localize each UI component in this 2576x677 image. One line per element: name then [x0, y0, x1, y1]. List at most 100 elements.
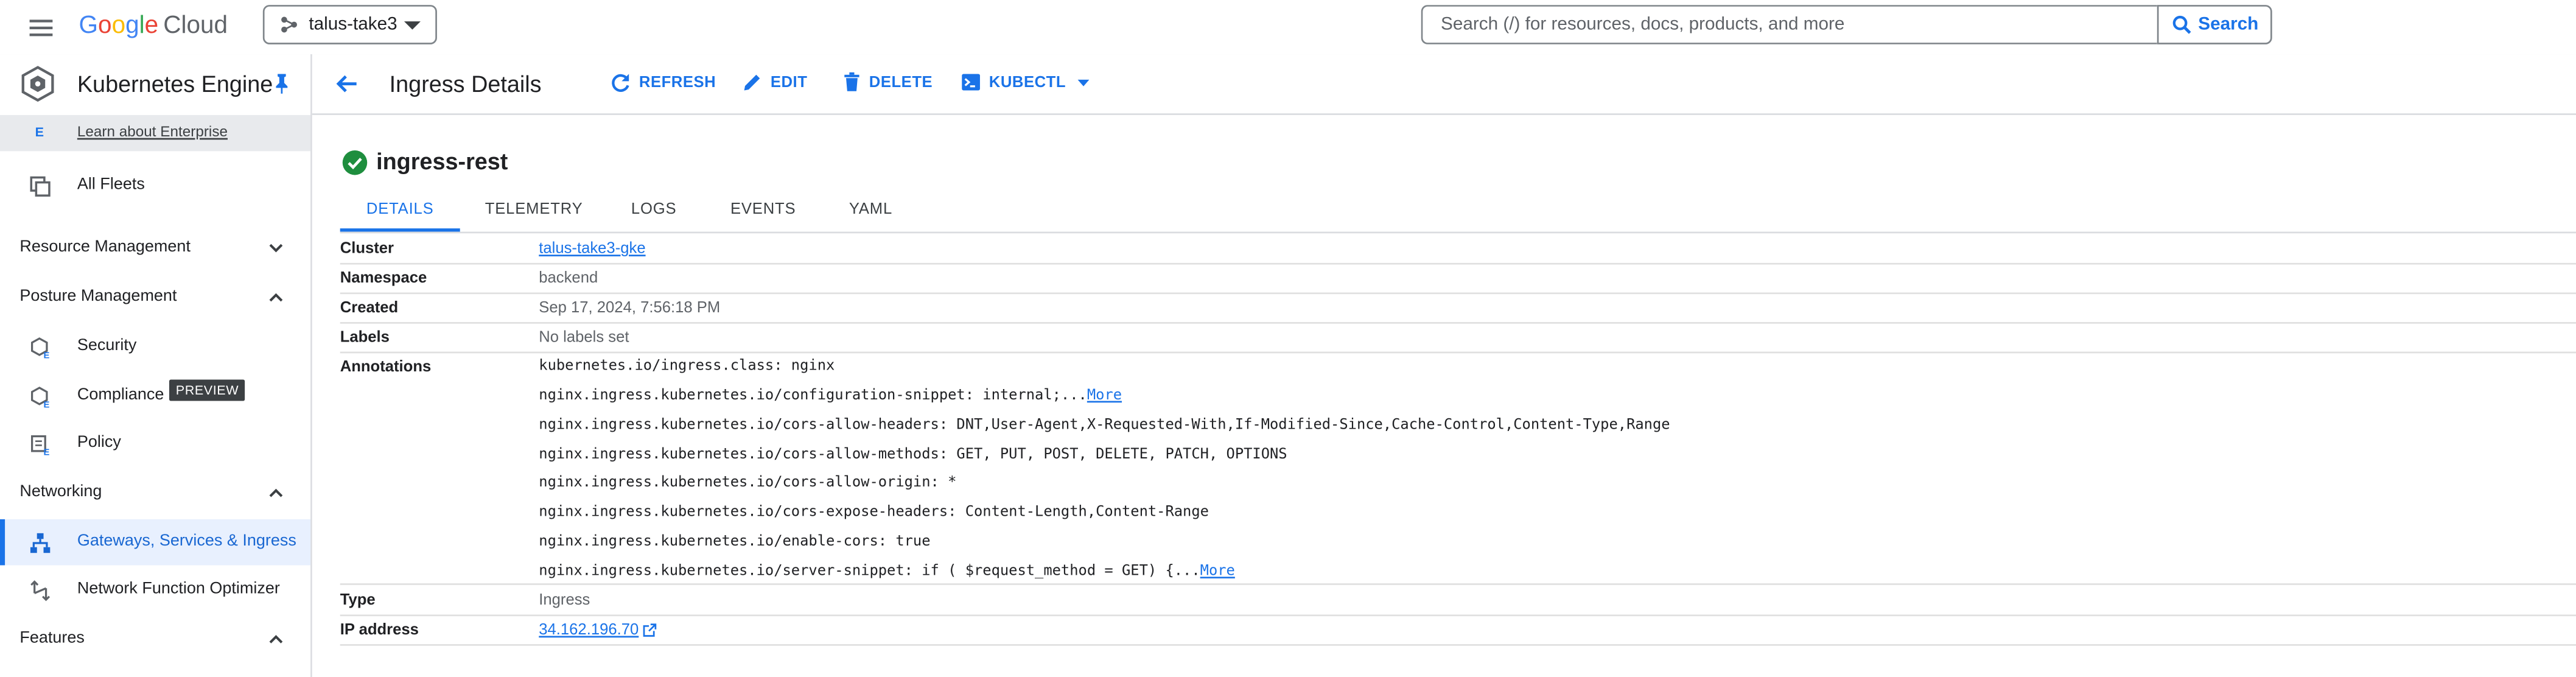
pin-icon[interactable] — [273, 74, 291, 94]
section-label: Features — [19, 629, 85, 648]
sidebar-item-label: Gateways, Services & Ingress — [77, 532, 296, 551]
tab-events[interactable]: EVENTS — [712, 194, 815, 231]
arrow-back-icon[interactable] — [335, 72, 359, 96]
ip-address-text: 34.162.196.70 — [539, 621, 639, 639]
tab-yaml[interactable]: YAML — [839, 194, 902, 231]
chevron-down-icon — [404, 21, 421, 30]
svg-text:E: E — [44, 400, 50, 407]
sidebar-item-all-fleets[interactable]: All Fleets — [0, 163, 310, 209]
created-value: Sep 17, 2024, 7:56:18 PM — [539, 299, 721, 317]
refresh-label: REFRESH — [639, 74, 716, 93]
svg-text:E: E — [44, 448, 50, 455]
section-posture-management[interactable]: Posture Management — [0, 276, 310, 318]
detail-row-annotations: Annotations kubernetes.io/ingress.class:… — [340, 353, 2576, 585]
sidebar-item-label: Security — [77, 337, 137, 355]
sidebar-item-network-function-optimizer[interactable]: Network Function Optimizer — [0, 567, 310, 613]
svg-text:E: E — [44, 351, 50, 358]
trash-icon — [844, 72, 859, 91]
section-label: Networking — [19, 483, 102, 502]
section-label: Resource Management — [19, 238, 191, 257]
section-label: Posture Management — [19, 287, 177, 306]
resource-name: ingress-rest — [376, 147, 508, 175]
action-bar: Ingress Details REFRESH EDIT DELETE KUBE… — [312, 54, 2576, 115]
delete-button[interactable]: DELETE — [843, 72, 933, 92]
search-button[interactable]: Search — [2157, 5, 2272, 44]
section-resource-management[interactable]: Resource Management — [0, 226, 310, 269]
kubernetes-engine-icon — [19, 66, 55, 102]
tab-label: TELEMETRY — [485, 200, 583, 219]
enterprise-banner: E Learn about Enterprise — [0, 114, 311, 152]
sidebar-item-security[interactable]: E Security — [0, 324, 310, 370]
annotation-text: nginx.ingress.kubernetes.io/server-snipp… — [539, 563, 1200, 580]
project-picker[interactable]: talus-take3 — [262, 5, 437, 44]
google-cloud-logo[interactable]: Google Cloud — [79, 12, 228, 41]
page-title: Ingress Details — [389, 71, 542, 97]
kubectl-dropdown-button[interactable]: KUBECTL — [961, 72, 1089, 92]
sidebar-item-compliance[interactable]: E Compliance PREVIEW — [0, 373, 310, 419]
chevron-up-icon — [269, 488, 283, 497]
check-circle-icon — [341, 150, 368, 176]
section-features[interactable]: Features — [0, 618, 310, 661]
tab-details[interactable]: DETAILS — [340, 194, 460, 232]
pencil-icon — [744, 74, 760, 91]
sidebar-item-policy[interactable]: E Policy — [0, 421, 310, 467]
refresh-button[interactable]: REFRESH — [609, 72, 716, 94]
policy-icon: E — [31, 435, 50, 455]
tab-label: YAML — [849, 200, 893, 219]
network-function-icon — [30, 580, 51, 602]
project-tree-icon — [281, 16, 297, 33]
chevron-down-icon — [269, 244, 283, 253]
annotation-line-server-snippet: nginx.ingress.kubernetes.io/server-snipp… — [539, 564, 1235, 580]
network-tree-icon — [30, 533, 51, 553]
sidebar-item-gateways[interactable]: Gateways, Services & Ingress — [0, 519, 311, 566]
delete-label: DELETE — [869, 73, 933, 91]
sidebar-item-label: All Fleets — [77, 175, 145, 194]
sidebar-item-label: Policy — [77, 433, 121, 452]
detail-key: IP address — [340, 621, 419, 639]
tabs-divider — [340, 231, 2576, 234]
compliance-icon: E — [31, 387, 50, 407]
annotation-line-configuration-snippet: nginx.ingress.kubernetes.io/configuratio… — [539, 388, 1122, 404]
tab-logs[interactable]: LOGS — [621, 194, 687, 231]
more-link[interactable]: More — [1200, 564, 1235, 580]
terminal-icon — [962, 74, 980, 91]
ip-address-link[interactable]: 34.162.196.70 — [539, 621, 657, 639]
detail-row-cluster: Cluster talus-take3-gke — [340, 235, 2576, 265]
chevron-up-icon — [269, 293, 283, 302]
detail-key: Labels — [340, 328, 390, 347]
tab-label: LOGS — [631, 200, 677, 219]
refresh-icon — [612, 74, 629, 92]
detail-key: Type — [340, 591, 376, 610]
annotation-text: nginx.ingress.kubernetes.io/configuratio… — [539, 387, 1087, 404]
detail-row-type: Type Ingress — [340, 587, 2576, 617]
edit-button[interactable]: EDIT — [743, 72, 807, 92]
tab-telemetry[interactable]: TELEMETRY — [473, 194, 595, 231]
tab-label: EVENTS — [730, 200, 796, 219]
detail-key: Cluster — [340, 240, 394, 258]
product-title: Kubernetes Engine — [77, 71, 273, 97]
detail-row-labels: Labels No labels set — [340, 324, 2576, 354]
project-name: talus-take3 — [309, 15, 397, 35]
more-link[interactable]: More — [1087, 388, 1122, 404]
annotation-line: nginx.ingress.kubernetes.io/enable-cors:… — [539, 534, 931, 551]
detail-key: Annotations — [340, 358, 432, 377]
namespace-value: backend — [539, 269, 598, 288]
main-content: Ingress Details REFRESH EDIT DELETE KUBE… — [312, 54, 2576, 677]
section-networking[interactable]: Networking — [0, 472, 310, 514]
learn-enterprise-link[interactable]: Learn about Enterprise — [77, 123, 228, 139]
detail-row-ip-address: IP address 34.162.196.70 — [340, 616, 2576, 646]
annotation-line: nginx.ingress.kubernetes.io/cors-allow-m… — [539, 447, 1287, 464]
detail-key: Namespace — [340, 269, 427, 288]
hamburger-menu-icon[interactable] — [23, 10, 59, 46]
edit-label: EDIT — [770, 73, 808, 91]
fleets-icon — [30, 176, 51, 197]
cluster-link[interactable]: talus-take3-gke — [539, 240, 645, 258]
sidebar: Kubernetes Engine E Learn about Enterpri… — [0, 54, 312, 677]
type-value: Ingress — [539, 591, 590, 610]
search-input[interactable]: Search (/) for resources, docs, products… — [1421, 5, 2157, 44]
detail-row-created: Created Sep 17, 2024, 7:56:18 PM — [340, 294, 2576, 324]
annotation-line: nginx.ingress.kubernetes.io/cors-allow-h… — [539, 417, 1670, 434]
chevron-up-icon — [269, 634, 283, 644]
top-bar: Google Cloud talus-take3 Search (/) for r… — [0, 0, 2576, 56]
annotation-line: nginx.ingress.kubernetes.io/cors-expose-… — [539, 504, 1209, 521]
